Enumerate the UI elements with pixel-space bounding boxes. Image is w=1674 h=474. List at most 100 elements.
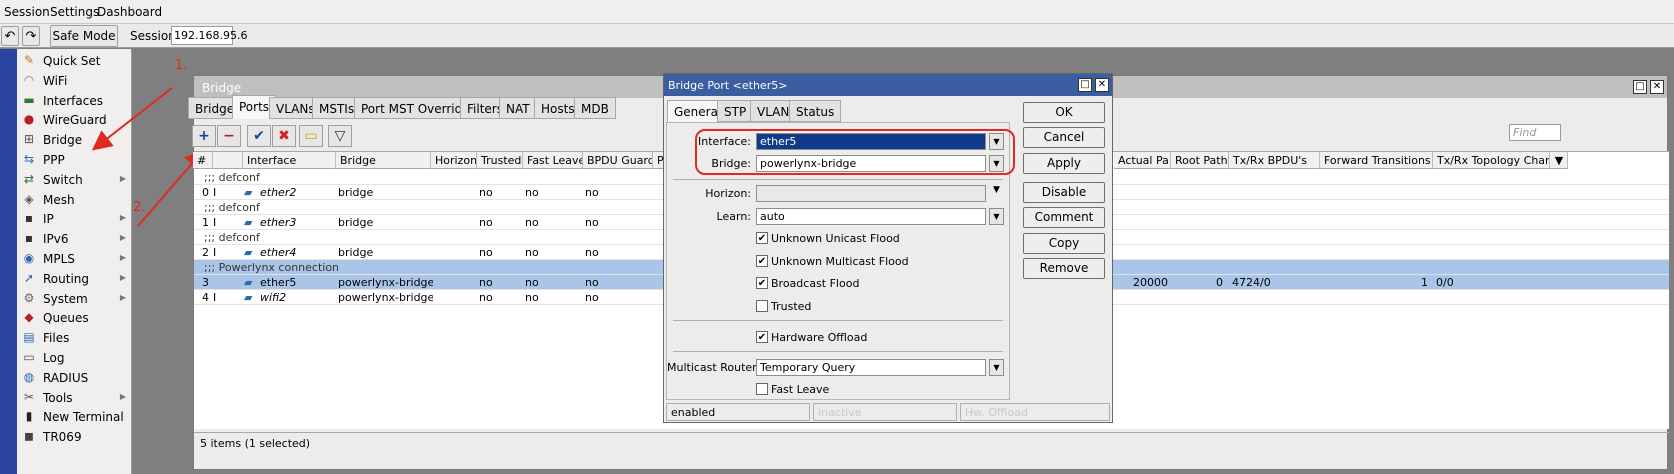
close-icon[interactable]: ✕ — [1650, 80, 1664, 94]
column-header[interactable]: Actual Pa... — [1114, 152, 1171, 169]
dialog-titlebar[interactable]: Bridge Port <ether5> □ ✕ — [664, 74, 1112, 96]
row-number: 0 — [202, 186, 209, 199]
dialog-tab-status[interactable]: Status — [789, 100, 842, 122]
fast-leave-checkbox[interactable] — [756, 383, 768, 395]
menu-session[interactable]: Session — [4, 5, 50, 19]
fast-leave-value: no — [525, 186, 539, 199]
dialog-maximize-icon[interactable]: □ — [1078, 78, 1092, 92]
learn-dropdown-icon[interactable]: ▼ — [989, 208, 1004, 225]
dialog-tab-stp[interactable]: STP — [717, 100, 754, 122]
hardware-offload-checkbox[interactable]: ✔ — [756, 331, 768, 343]
sidebar-item-wifi[interactable]: ◠ WiFi — [17, 70, 132, 91]
menu-settings[interactable]: Settings — [50, 5, 99, 19]
dialog-close-icon[interactable]: ✕ — [1095, 78, 1109, 92]
menu-dashboard[interactable]: Dashboard — [97, 5, 162, 19]
sidebar-item-quick-set[interactable]: ✎ Quick Set — [17, 50, 132, 71]
multicast-dropdown-icon[interactable]: ▼ — [989, 359, 1004, 376]
tab-mdb[interactable]: MDB — [574, 97, 616, 119]
sidebar-item-switch[interactable]: ⇄ Switch ▶ — [17, 169, 132, 190]
sidebar-item-mpls[interactable]: ◉ MPLS ▶ — [17, 248, 132, 269]
trusted-checkbox[interactable] — [756, 299, 768, 312]
remove-icon[interactable]: − — [217, 125, 241, 147]
sidebar-item-interfaces[interactable]: ▬ Interfaces — [17, 90, 132, 111]
column-header[interactable]: Fast Leave — [523, 152, 583, 169]
sidebar-item-new-terminal[interactable]: ▮ New Terminal — [17, 406, 132, 427]
column-header[interactable]: Tx/Rx Topology Chan... — [1433, 152, 1550, 169]
sidebar-item-ip[interactable]: ▪ IP ▶ — [17, 208, 132, 229]
maximize-icon[interactable]: □ — [1633, 80, 1647, 94]
system-icon: ⚙ — [23, 290, 35, 305]
apply-button[interactable]: Apply — [1023, 153, 1105, 174]
mesh-icon: ◈ — [24, 191, 34, 206]
comment-icon[interactable]: ▭ — [299, 125, 323, 147]
sidebar-item-routing[interactable]: ➚ Routing ▶ — [17, 268, 132, 289]
column-header[interactable] — [213, 152, 243, 169]
sidebar-item-mesh[interactable]: ◈ Mesh — [17, 189, 132, 210]
sidebar-item-tools[interactable]: ✂ Tools ▶ — [17, 387, 132, 408]
column-header[interactable]: Interface — [243, 152, 336, 169]
disable-icon[interactable]: ✖ — [272, 125, 296, 147]
column-header[interactable]: Bridge — [336, 152, 431, 169]
sidebar-item-ppp[interactable]: ⇆ PPP — [17, 149, 132, 170]
unknown-unicast-flood-label: Unknown Unicast Flood — [771, 232, 900, 245]
sidebar-item-queues[interactable]: ◆ Queues — [17, 307, 132, 328]
disable-button[interactable]: Disable — [1023, 182, 1105, 203]
column-header[interactable]: Horizon — [431, 152, 477, 169]
chevron-right-icon: ▶ — [119, 253, 126, 262]
sidebar-item-label: Switch — [43, 172, 83, 187]
column-header[interactable]: Trusted — [477, 152, 523, 169]
mpls-icon: ◉ — [23, 251, 35, 265]
interface-name: ether4 — [260, 246, 297, 259]
row-flag: I — [213, 291, 217, 304]
remove-button[interactable]: Remove — [1023, 258, 1105, 279]
unknown-multicast-flood-label: Unknown Multicast Flood — [771, 254, 909, 268]
cancel-button[interactable]: Cancel — [1023, 127, 1105, 148]
enable-icon[interactable]: ✔ — [247, 125, 271, 147]
horizon-field[interactable] — [756, 185, 986, 202]
sidebar-item-tr069[interactable]: ◼ TR069 — [17, 426, 132, 447]
interface-name: ether2 — [260, 186, 297, 199]
sidebar-item-radius[interactable]: ◍ RADIUS — [17, 367, 132, 388]
column-header[interactable]: Root Path... — [1171, 152, 1229, 169]
horizon-label: Horizon: — [705, 187, 751, 200]
log-icon: ▭ — [23, 350, 35, 364]
column-header[interactable]: Forward Transitions — [1320, 152, 1433, 169]
sidebar-item-log[interactable]: ▭ Log — [17, 347, 132, 368]
comment-button[interactable]: Comment — [1023, 207, 1105, 228]
bridge-status: 5 items (1 selected) — [194, 432, 1669, 452]
horizon-dropdown-icon[interactable]: ▼ — [993, 185, 1000, 195]
multicast-router-field[interactable]: Temporary Query — [756, 359, 986, 376]
sidebar-item-system[interactable]: ⚙ System ▶ — [17, 288, 132, 309]
queues-icon: ◆ — [24, 310, 34, 325]
sidebar-item-bridge[interactable]: ⊞ Bridge — [17, 129, 132, 150]
chevron-right-icon: ▶ — [119, 272, 126, 282]
learn-field[interactable]: auto — [756, 208, 986, 225]
redo-icon[interactable]: ↷ — [22, 26, 40, 46]
unknown-unicast-flood-checkbox[interactable]: ✔ — [756, 232, 768, 244]
comment-text: ;;; defconf — [204, 201, 260, 214]
sidebar-item-label: RADIUS — [43, 370, 89, 385]
add-icon[interactable]: + — [192, 125, 216, 147]
sidebar-item-wireguard[interactable]: ● WireGuard — [17, 109, 132, 130]
bridge-port-dialog: Bridge Port <ether5> □ ✕ General STP VLAN S… — [663, 73, 1113, 423]
chevron-right-icon: ▶ — [119, 213, 126, 223]
column-header[interactable]: # — [193, 152, 213, 169]
columns-dropdown-icon[interactable]: ▼ — [1550, 152, 1568, 169]
bpdu-guard-value: no — [585, 246, 599, 259]
broadcast-flood-checkbox[interactable]: ✔ — [756, 277, 768, 289]
undo-icon[interactable]: ↶ — [1, 26, 19, 46]
find-input[interactable]: Find — [1509, 124, 1561, 141]
fast-leave-value: no — [525, 216, 539, 229]
unknown-multicast-flood-checkbox[interactable]: ✔ — [756, 254, 768, 267]
tab-nat[interactable]: NAT — [499, 97, 537, 119]
ok-button[interactable]: OK — [1023, 102, 1105, 123]
copy-button[interactable]: Copy — [1023, 233, 1105, 254]
sidebar-item-ipv6[interactable]: ▪ IPv6 ▶ — [17, 228, 132, 249]
column-header[interactable]: BPDU Guard — [583, 152, 653, 169]
safe-mode-button[interactable]: Safe Mode — [50, 25, 118, 47]
filter-icon[interactable]: ▽ — [328, 125, 352, 147]
sidebar-item-files[interactable]: ▤ Files — [17, 327, 132, 348]
fast-leave-value: no — [525, 291, 539, 304]
session-field[interactable]: 192.168.95.6 — [171, 26, 247, 45]
column-header[interactable]: Tx/Rx BPDU's — [1229, 152, 1320, 169]
